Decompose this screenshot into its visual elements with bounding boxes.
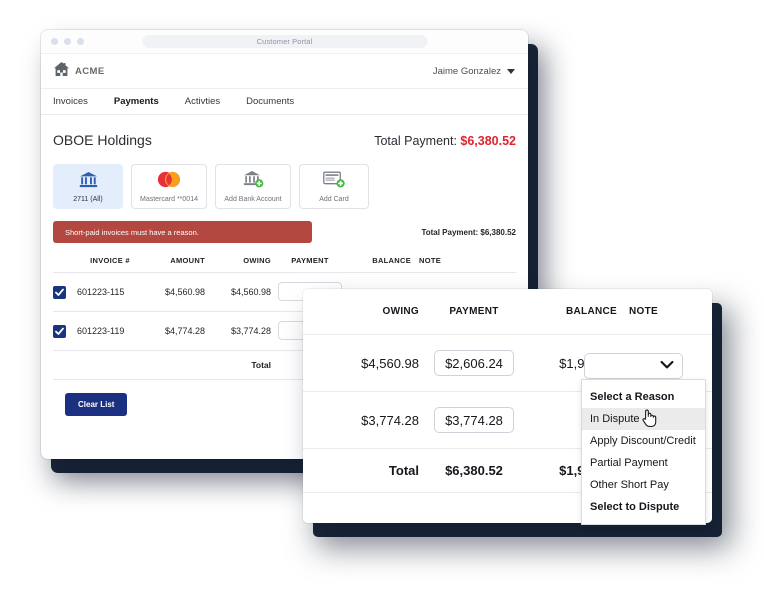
page-title-row: OBOE Holdings Total Payment: $6,380.52 [41, 115, 528, 148]
add-card-icon [322, 171, 346, 193]
total-payment-label: Total Payment: [374, 134, 461, 148]
cell-amount: $4,560.98 [164, 287, 205, 297]
bank-icon [79, 171, 98, 193]
zoom-cell-owing: $3,774.28 [361, 412, 419, 428]
payment-method-label: 2711 (All) [73, 195, 103, 203]
column-invoice: INVOICE # [90, 256, 130, 265]
payment-method-list: 2711 (All) Mastercard **0014 Add Bank Ac… [41, 148, 528, 209]
dropdown-option-partial-payment[interactable]: Partial Payment [582, 452, 705, 474]
row-checkbox-cell [53, 324, 77, 338]
zoom-total-label: Total [388, 463, 419, 478]
add-bank-account-button[interactable]: Add Bank Account [215, 164, 291, 209]
row-checkbox-cell [53, 285, 77, 299]
nav-tabs: Invoices Payments Activties Documents [41, 89, 528, 115]
chevron-down-icon [507, 68, 515, 74]
page-title: OBOE Holdings [53, 132, 152, 148]
close-dot[interactable] [51, 38, 58, 45]
zoom-column-owing: OWING [382, 306, 419, 317]
payment-method-mastercard[interactable]: Mastercard **0014 [131, 164, 207, 209]
zoom-column-balance: BALANCE [566, 306, 617, 317]
chevron-down-icon [660, 357, 674, 375]
column-owing: OWING [243, 256, 271, 265]
mastercard-icon [156, 171, 182, 193]
clear-list-button[interactable]: Clear List [65, 393, 128, 416]
total-payment-subtotal: Total Payment: $6,380.52 [421, 227, 516, 237]
minimize-dot[interactable] [64, 38, 71, 45]
add-card-button[interactable]: Add Card [299, 164, 369, 209]
zoom-column-payment: PAYMENT [449, 306, 499, 317]
column-balance: BALANCE [372, 256, 411, 265]
url-bar[interactable]: Customer Portal [142, 35, 427, 48]
dropdown-option-select-to-dispute[interactable]: Select to Dispute [582, 496, 705, 518]
cell-amount: $4,774.28 [164, 326, 205, 336]
warning-text: Short-paid invoices must have a reason. [65, 227, 199, 237]
total-payment-header: Total Payment: $6,380.52 [374, 134, 516, 148]
warning-banner: Short-paid invoices must have a reason. [53, 221, 312, 243]
zoom-cell-owing: $4,560.98 [361, 355, 419, 371]
zoom-column-note: NOTE [629, 306, 658, 317]
zoom-detail-panel: OWING PAYMENT BALANCE NOTE $4,560.98 $2,… [303, 289, 712, 525]
select-all-column [53, 256, 77, 265]
zoom-cell-payment: $3,774.28 [419, 407, 529, 433]
tab-documents[interactable]: Documents [246, 96, 294, 107]
tab-activities[interactable]: Activties [185, 96, 220, 107]
row-checkbox[interactable] [53, 324, 66, 338]
invoice-table-header: INVOICE # AMOUNT OWING PAYMENT BALANCE N… [53, 256, 516, 273]
zoom-table-header: OWING PAYMENT BALANCE NOTE [303, 289, 712, 335]
zoom-payment-input[interactable]: $2,606.24 [434, 350, 514, 376]
cell-invoice: 601223-119 [77, 326, 125, 336]
zoom-cell-payment: $2,606.24 [419, 350, 529, 376]
cell-owing: $4,560.98 [230, 287, 271, 297]
tab-invoices[interactable]: Invoices [53, 96, 88, 107]
dropdown-option-apply-discount-credit[interactable]: Apply Discount/Credit [582, 430, 705, 452]
payment-method-label: Mastercard **0014 [140, 195, 198, 203]
user-menu[interactable]: Jaime Gonzalez [433, 66, 515, 77]
payment-method-bank-2711[interactable]: 2711 (All) [53, 164, 123, 209]
dropdown-option-in-dispute[interactable]: In Dispute [582, 408, 705, 430]
total-label: Total [251, 360, 271, 370]
payment-method-label: Add Card [319, 195, 349, 203]
zoom-total-payment: $6,380.52 [445, 463, 503, 478]
brand-logo[interactable]: ACME [53, 61, 105, 82]
window-titlebar: Customer Portal [41, 30, 528, 54]
dropdown-option-select-a-reason[interactable]: Select a Reason [582, 386, 705, 408]
total-payment-value: $6,380.52 [460, 134, 516, 148]
dropdown-option-other-short-pay[interactable]: Other Short Pay [582, 474, 705, 496]
column-payment: PAYMENT [291, 256, 329, 265]
note-reason-dropdown: Select a Reason In Dispute Apply Discoun… [581, 379, 706, 525]
warning-row: Short-paid invoices must have a reason. … [41, 209, 528, 243]
zoom-payment-input[interactable]: $3,774.28 [434, 407, 514, 433]
brand-name: ACME [75, 65, 105, 77]
column-note: NOTE [419, 256, 442, 265]
column-amount: AMOUNT [170, 256, 205, 265]
maximize-dot[interactable] [77, 38, 84, 45]
cell-invoice: 601223-115 [77, 287, 125, 297]
user-name: Jaime Gonzalez [432, 65, 501, 77]
app-header: ACME Jaime Gonzalez [41, 54, 528, 89]
note-reason-select[interactable] [584, 353, 683, 379]
payment-method-label: Add Bank Account [224, 196, 282, 203]
cell-owing: $3,774.28 [230, 326, 271, 336]
row-checkbox[interactable] [53, 285, 66, 299]
add-bank-icon [243, 170, 264, 193]
tab-payments[interactable]: Payments [114, 96, 159, 107]
house-icon [53, 61, 70, 82]
